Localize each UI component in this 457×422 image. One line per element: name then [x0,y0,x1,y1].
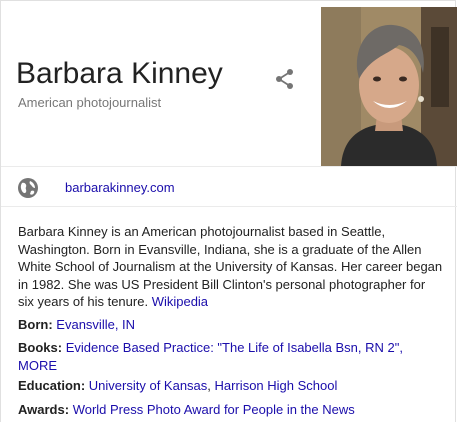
globe-icon [17,177,39,199]
born-value-link[interactable]: Evansville, IN [56,317,135,332]
website-row: barbarakinney.com [1,167,457,207]
panel-header: Barbara Kinney American photojournalist [1,1,457,167]
website-link[interactable]: barbarakinney.com [65,180,175,195]
books-value-link[interactable]: Evidence Based Practice: "The Life of Is… [66,340,403,355]
page-title: Barbara Kinney [16,57,223,90]
awards-value-link[interactable]: World Press Photo Award for People in th… [73,402,355,417]
fact-books: Books: Evidence Based Practice: "The Lif… [18,339,443,374]
education-value-link-2[interactable]: Harrison High School [215,378,338,393]
share-icon[interactable] [273,67,297,91]
description-line: White School of Journalism at the Univer… [18,259,443,274]
books-label: Books: [18,340,63,355]
books-more-link[interactable]: MORE [18,358,57,373]
page-subtitle: American photojournalist [18,95,162,110]
education-value-link-1[interactable]: University of Kansas [89,378,208,393]
description-line: in 1982. She was US President Bill Clint… [18,276,426,292]
description-line: Barbara Kinney is an American photojourn… [18,224,386,239]
description-line: six years of his tenure. [18,294,149,309]
knowledge-panel: Barbara Kinney American photojournalist [0,0,457,422]
fact-awards: Awards: World Press Photo Award for Peop… [18,401,443,419]
education-label: Education: [18,378,86,393]
fact-born: Born: Evansville, IN [18,316,443,334]
description: Barbara Kinney is an American photojourn… [18,223,443,311]
fact-education: Education: University of Kansas, Harriso… [18,377,443,395]
born-label: Born: [18,317,53,332]
description-line: Washington. Born in Evansville, Indiana,… [18,241,422,257]
education-separator: , [207,378,215,393]
wikipedia-link[interactable]: Wikipedia [152,294,208,309]
awards-label: Awards: [18,402,70,417]
profile-photo[interactable] [321,7,457,166]
